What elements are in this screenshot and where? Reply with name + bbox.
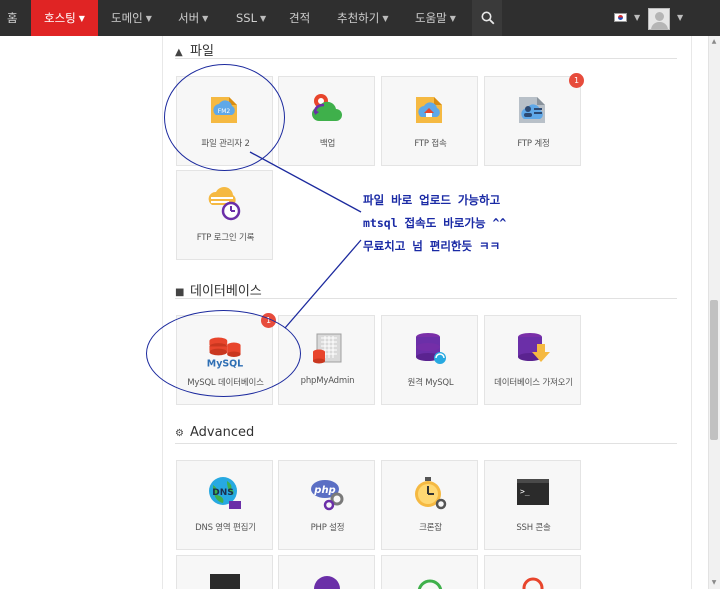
- scrollbar-thumb[interactable]: [710, 300, 718, 440]
- annotation-connector-lines: [249, 151, 362, 329]
- annotation-text-line-1: 파일 바로 업로드 가능하고: [363, 193, 501, 207]
- scroll-down-arrow-icon[interactable]: ▼: [710, 579, 718, 587]
- annotation-text-line-3: 무료치고 넘 편리한듯 ㅋㅋ: [363, 239, 501, 253]
- scroll-up-arrow-icon[interactable]: ▲: [710, 38, 718, 46]
- annotation-text-line-2: mtsql 접속도 바로가능 ^^: [363, 216, 507, 230]
